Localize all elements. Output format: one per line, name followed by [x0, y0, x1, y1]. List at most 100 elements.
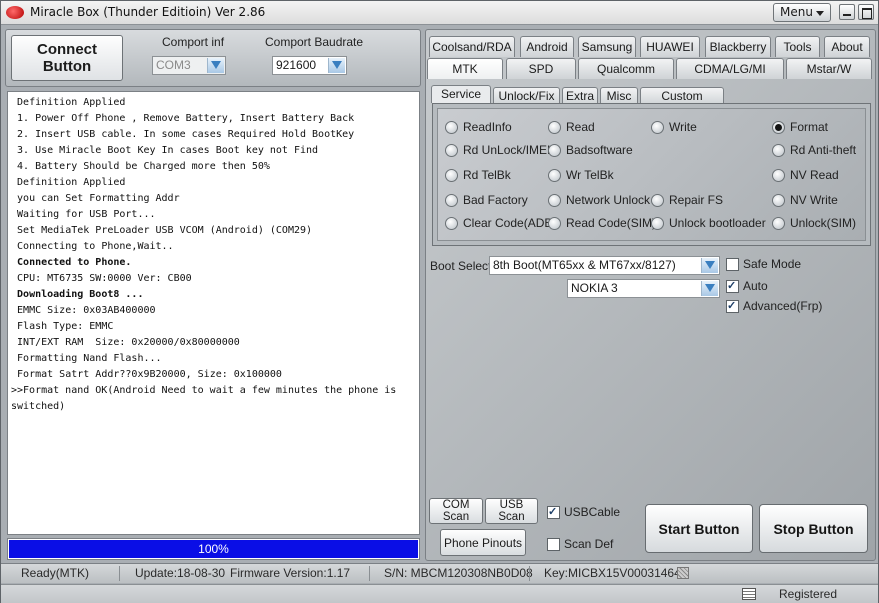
status-registered: Registered: [779, 587, 838, 601]
log-line: 3. Use Miracle Boot Key In cases Boot ke…: [11, 145, 319, 156]
log-line: Flash Type: EMMC: [11, 321, 114, 332]
status-bar-secondary: Registered: [1, 584, 878, 603]
radio-wr-telbk[interactable]: Wr TelBk: [548, 167, 614, 183]
radio-bad-factory[interactable]: Bad Factory: [445, 192, 528, 208]
function-panel: Coolsand/RDA Android Samsung HUAWEI Blac…: [425, 29, 876, 561]
grip-icon: [677, 567, 689, 579]
radio-network-unlock[interactable]: Network Unlock: [548, 192, 650, 208]
log-line: 1. Power Off Phone , Remove Battery, Ins…: [11, 113, 355, 124]
radio-clear-code-adb[interactable]: Clear Code(ADB): [445, 215, 556, 231]
status-bar: Ready(MTK) Update:18-08-30 Firmware Vers…: [1, 563, 878, 583]
radio-read-code-sim[interactable]: Read Code(SIM): [548, 215, 656, 231]
radio-format[interactable]: Format: [772, 119, 828, 135]
radio-readinfo[interactable]: ReadInfo: [445, 119, 512, 135]
comport-select[interactable]: COM3: [152, 56, 226, 75]
connect-button[interactable]: Connect Button: [11, 35, 123, 81]
window-title: Miracle Box (Thunder Editioin) Ver 2.86: [30, 5, 266, 19]
app-window: Miracle Box (Thunder Editioin) Ver 2.86 …: [0, 0, 879, 603]
boot-select-value: 8th Boot(MT65xx & MT67xx/8127): [493, 258, 676, 272]
radio-unlock-bootloader[interactable]: Unlock bootloader: [651, 215, 766, 231]
baudrate-select[interactable]: 921600: [272, 56, 347, 75]
status-serial: S/N: MBCM120308NB0D08: [384, 566, 533, 580]
status-ready: Ready(MTK): [21, 566, 90, 580]
tab-tools[interactable]: Tools: [775, 36, 820, 57]
tab-spd[interactable]: SPD: [506, 58, 576, 79]
radio-write[interactable]: Write: [651, 119, 697, 135]
radio-unlock-sim[interactable]: Unlock(SIM): [772, 215, 856, 231]
log-line: Downloading Boot8 ...: [11, 289, 144, 300]
radio-repair-fs[interactable]: Repair FS: [651, 192, 723, 208]
model-select[interactable]: NOKIA 3: [567, 279, 720, 298]
dropdown-arrow-icon: [701, 281, 718, 296]
dropdown-arrow-icon: [207, 58, 224, 73]
log-line: Waiting for USB Port...: [11, 209, 156, 220]
menu-button[interactable]: Menu: [773, 3, 831, 22]
comport-value: COM3: [156, 58, 191, 72]
tab-coolsand-rda[interactable]: Coolsand/RDA: [429, 36, 515, 57]
log-line: Definition Applied: [11, 97, 126, 108]
subtab-service[interactable]: Service: [431, 85, 491, 103]
status-key: Key:MICBX15V00031464: [544, 566, 681, 580]
minimize-button[interactable]: [839, 4, 855, 20]
tab-mtk[interactable]: MTK: [427, 58, 503, 79]
tab-about[interactable]: About: [824, 36, 870, 57]
start-button[interactable]: Start Button: [645, 504, 753, 553]
radio-read[interactable]: Read: [548, 119, 595, 135]
radio-nv-write[interactable]: NV Write: [772, 192, 838, 208]
baudrate-value: 921600: [276, 58, 317, 72]
tab-blackberry[interactable]: Blackberry: [705, 36, 771, 57]
tab-cdma-lg-mi[interactable]: CDMA/LG/MI: [676, 58, 784, 79]
service-group: ReadInfo Read Write Format Rd UnLock/IME…: [432, 103, 871, 246]
auto-checkbox[interactable]: Auto: [726, 278, 768, 294]
radio-nv-read[interactable]: NV Read: [772, 167, 839, 183]
log-line: you can Set Formatting Addr: [11, 193, 180, 204]
tab-mstar-w[interactable]: Mstar/W: [786, 58, 872, 79]
tab-samsung[interactable]: Samsung: [578, 36, 636, 57]
status-firmware: Firmware Version:1.17: [230, 566, 351, 580]
log-line: CPU: MT6735 SW:0000 Ver: CB00: [11, 273, 192, 284]
log-line: Connected to Phone.: [11, 257, 132, 268]
comport-label: Comport inf: [162, 35, 225, 49]
log-line: 2. Insert USB cable. In some cases Requi…: [11, 129, 355, 140]
dropdown-arrow-icon: [328, 58, 345, 73]
log-line: >>Format nand OK(Android Need to wait a …: [11, 385, 403, 412]
dropdown-arrow-icon: [701, 258, 718, 273]
status-update: Update:18-08-30: [135, 566, 226, 580]
boot-select[interactable]: 8th Boot(MT65xx & MT67xx/8127): [489, 256, 720, 275]
log-line: INT/EXT RAM Size: 0x20000/0x80000000: [11, 337, 240, 348]
connection-panel: Connect Button Comport inf COM3 Comport …: [5, 29, 421, 87]
log-line: EMMC Size: 0x03AB400000: [11, 305, 156, 316]
com-scan-button[interactable]: COM Scan: [429, 498, 483, 524]
advanced-frp-checkbox[interactable]: Advanced(Frp): [726, 298, 822, 314]
stop-button[interactable]: Stop Button: [759, 504, 868, 553]
progress-text: 100%: [198, 542, 229, 556]
log-output[interactable]: Definition Applied 1. Power Off Phone , …: [7, 91, 420, 535]
log-line: Formatting Nand Flash...: [11, 353, 162, 364]
baudrate-label: Comport Baudrate: [265, 35, 364, 49]
log-line: Connecting to Phone,Wait..: [11, 241, 174, 252]
log-line: 4. Battery Should be Charged more then 5…: [11, 161, 270, 172]
radio-badsoftware[interactable]: Badsoftware: [548, 142, 633, 158]
tab-android[interactable]: Android: [520, 36, 574, 57]
usb-scan-button[interactable]: USB Scan: [485, 498, 538, 524]
chevron-down-icon: [816, 11, 824, 16]
menu-label: Menu: [780, 5, 813, 19]
radio-rd-unlock-imei[interactable]: Rd UnLock/IMEI: [445, 142, 550, 158]
scan-def-checkbox[interactable]: Scan Def: [547, 536, 613, 552]
safe-mode-checkbox[interactable]: Safe Mode: [726, 256, 801, 272]
maximize-button[interactable]: [858, 4, 874, 20]
tab-qualcomm[interactable]: Qualcomm: [578, 58, 674, 79]
radio-rd-anti-theft[interactable]: Rd Anti-theft: [772, 142, 856, 158]
progress-bar: 100%: [7, 538, 420, 560]
boot-select-label: Boot Select:: [430, 259, 495, 273]
service-options: ReadInfo Read Write Format Rd UnLock/IME…: [437, 108, 866, 241]
log-line: Set MediaTek PreLoader USB VCOM (Android…: [11, 225, 313, 236]
tab-huawei[interactable]: HUAWEI: [640, 36, 700, 57]
app-logo-icon: [6, 6, 24, 19]
log-line: Definition Applied: [11, 177, 126, 188]
phone-pinouts-button[interactable]: Phone Pinouts: [440, 529, 526, 556]
radio-rd-telbk[interactable]: Rd TelBk: [445, 167, 511, 183]
usb-cable-checkbox[interactable]: USBCable: [547, 504, 620, 520]
model-select-value: NOKIA 3: [571, 281, 618, 295]
title-bar: Miracle Box (Thunder Editioin) Ver 2.86 …: [1, 1, 878, 25]
